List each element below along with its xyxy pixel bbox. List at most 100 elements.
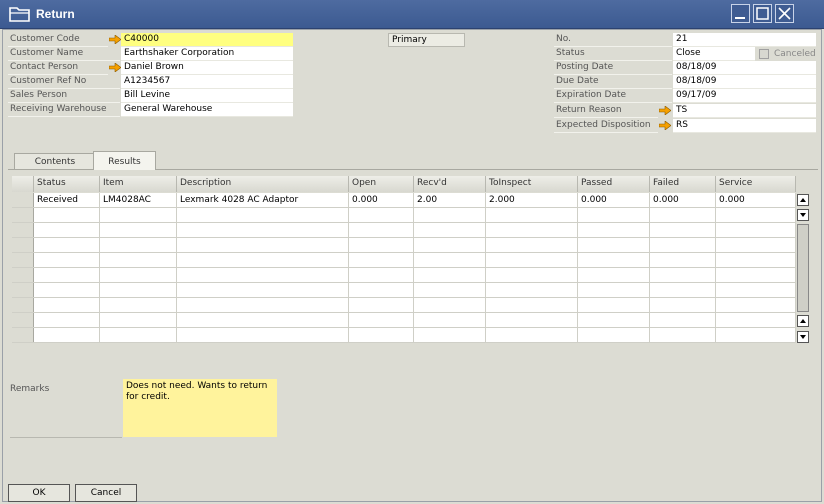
empty-cell[interactable] [486, 238, 578, 252]
empty-cell[interactable] [716, 283, 796, 297]
table-row[interactable] [12, 238, 796, 253]
row-selector[interactable] [12, 253, 34, 267]
empty-cell[interactable] [100, 298, 177, 312]
grid-header[interactable]: Failed [650, 176, 716, 192]
empty-cell[interactable] [650, 313, 716, 327]
passed-cell[interactable]: 0.000 [578, 193, 650, 207]
scroll-up-button[interactable] [797, 315, 809, 327]
to-inspect-cell[interactable]: 2.000 [486, 193, 578, 207]
empty-cell[interactable] [716, 328, 796, 342]
status-cell[interactable]: Received [34, 193, 100, 207]
empty-cell[interactable] [578, 283, 650, 297]
empty-cell[interactable] [578, 238, 650, 252]
empty-cell[interactable] [414, 328, 486, 342]
empty-cell[interactable] [100, 313, 177, 327]
link-arrow-icon[interactable] [659, 106, 671, 115]
empty-cell[interactable] [716, 208, 796, 222]
empty-cell[interactable] [650, 223, 716, 237]
maximize-button[interactable] [753, 4, 772, 23]
empty-cell[interactable] [34, 283, 100, 297]
return-reason-field[interactable]: TS [673, 104, 816, 118]
due-date-field[interactable]: 08/18/09 [673, 75, 816, 89]
contact-person-field[interactable]: Daniel Brown [121, 61, 293, 75]
tab-results[interactable]: Results [93, 151, 156, 170]
row-selector[interactable] [12, 283, 34, 297]
grid-header[interactable]: Status [34, 176, 100, 192]
empty-cell[interactable] [578, 208, 650, 222]
item-cell[interactable]: LM4028AC [100, 193, 177, 207]
scroll-up-button[interactable] [797, 194, 809, 206]
empty-cell[interactable] [716, 223, 796, 237]
description-cell[interactable]: Lexmark 4028 AC Adaptor [177, 193, 349, 207]
empty-cell[interactable] [177, 223, 349, 237]
empty-cell[interactable] [34, 223, 100, 237]
empty-cell[interactable] [177, 298, 349, 312]
empty-cell[interactable] [650, 253, 716, 267]
tab-contents[interactable]: Contents [14, 153, 96, 170]
empty-cell[interactable] [578, 223, 650, 237]
link-arrow-icon[interactable] [659, 121, 671, 130]
row-selector[interactable] [12, 298, 34, 312]
table-row[interactable] [12, 208, 796, 223]
table-row[interactable] [12, 268, 796, 283]
link-arrow-icon[interactable] [109, 63, 121, 72]
grid-header[interactable]: Service [716, 176, 796, 192]
empty-cell[interactable] [414, 313, 486, 327]
empty-cell[interactable] [414, 253, 486, 267]
empty-cell[interactable] [177, 328, 349, 342]
row-selector[interactable] [12, 208, 34, 222]
sales-person-field[interactable]: Bill Levine [121, 89, 293, 103]
open-cell[interactable]: 0.000 [349, 193, 414, 207]
grid-header[interactable]: Description [177, 176, 349, 192]
grid-header[interactable]: ToInspect [486, 176, 578, 192]
grid-header[interactable]: Open [349, 176, 414, 192]
row-selector[interactable] [12, 313, 34, 327]
empty-cell[interactable] [486, 208, 578, 222]
empty-cell[interactable] [34, 268, 100, 282]
empty-cell[interactable] [486, 313, 578, 327]
row-selector[interactable] [12, 328, 34, 342]
grid-header[interactable]: Item [100, 176, 177, 192]
posting-date-field[interactable]: 08/18/09 [673, 61, 816, 75]
scroll-thumb[interactable] [797, 224, 809, 312]
empty-cell[interactable] [100, 223, 177, 237]
empty-cell[interactable] [34, 208, 100, 222]
empty-cell[interactable] [650, 268, 716, 282]
empty-cell[interactable] [177, 313, 349, 327]
empty-cell[interactable] [100, 253, 177, 267]
empty-cell[interactable] [486, 268, 578, 282]
expiration-date-field[interactable]: 09/17/09 [673, 89, 816, 103]
row-selector[interactable] [12, 193, 34, 207]
empty-cell[interactable] [349, 298, 414, 312]
row-selector[interactable] [12, 223, 34, 237]
table-row[interactable] [12, 223, 796, 238]
empty-cell[interactable] [578, 298, 650, 312]
empty-cell[interactable] [414, 208, 486, 222]
series-select[interactable]: Primary [388, 33, 465, 47]
empty-cell[interactable] [578, 313, 650, 327]
empty-cell[interactable] [349, 238, 414, 252]
empty-cell[interactable] [486, 223, 578, 237]
empty-cell[interactable] [349, 253, 414, 267]
empty-cell[interactable] [177, 208, 349, 222]
empty-cell[interactable] [177, 283, 349, 297]
empty-cell[interactable] [716, 238, 796, 252]
empty-cell[interactable] [349, 328, 414, 342]
table-row[interactable] [12, 328, 796, 343]
empty-cell[interactable] [486, 328, 578, 342]
row-selector[interactable] [12, 268, 34, 282]
empty-cell[interactable] [100, 328, 177, 342]
empty-cell[interactable] [177, 268, 349, 282]
empty-cell[interactable] [34, 298, 100, 312]
empty-cell[interactable] [650, 238, 716, 252]
empty-cell[interactable] [34, 253, 100, 267]
grid-header[interactable]: Recv'd [414, 176, 486, 192]
empty-cell[interactable] [578, 268, 650, 282]
row-selector[interactable] [12, 238, 34, 252]
table-row[interactable] [12, 313, 796, 328]
empty-cell[interactable] [578, 328, 650, 342]
empty-cell[interactable] [34, 328, 100, 342]
empty-cell[interactable] [414, 238, 486, 252]
empty-cell[interactable] [650, 208, 716, 222]
empty-cell[interactable] [716, 298, 796, 312]
